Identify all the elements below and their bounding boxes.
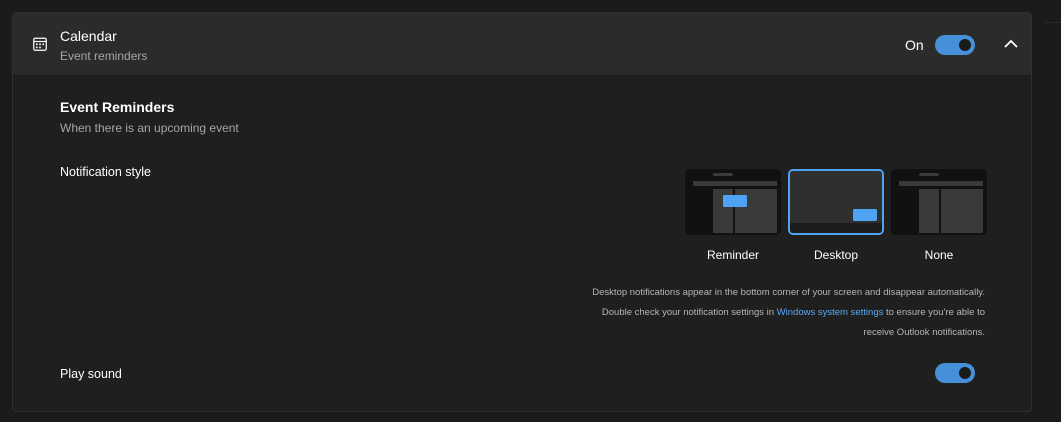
section-subtitle: Event reminders [60,49,148,63]
calendar-settings-panel: Calendar Event reminders On Event Remind… [12,12,1032,412]
info-line-2-suffix: to ensure you're able to [883,307,985,318]
info-line-2-prefix: Double check your notification settings … [601,307,777,318]
notification-option-desktop[interactable]: Desktop [788,169,884,262]
reminder-option-label: Reminder [706,248,760,262]
notification-info-text: Desktop notifications appear in the bott… [555,283,985,343]
toggle-knob [959,367,971,379]
none-preview-art [893,171,985,233]
calendar-section-header[interactable]: Calendar Event reminders On [13,13,1031,76]
reminder-preview-art [687,171,779,233]
desktop-preview [788,169,884,235]
desktop-preview-art [790,171,882,233]
desktop-option-label: Desktop [813,248,859,262]
none-option-label: None [924,248,954,262]
info-line-3: receive Outlook notifications. [863,327,985,338]
info-line-2: Double check your notification settings … [555,303,985,323]
chevron-up-icon[interactable] [1003,38,1019,50]
event-reminders-subtitle: When there is an upcoming event [60,121,239,135]
play-sound-label: Play sound [60,367,122,381]
notification-option-none[interactable]: None [891,169,987,262]
calendar-toggle[interactable] [935,35,975,55]
reminder-preview [685,169,781,235]
none-preview [891,169,987,235]
info-line-1: Desktop notifications appear in the bott… [592,287,985,298]
toggle-knob [959,39,971,51]
calendar-icon [33,37,47,51]
event-reminders-title: Event Reminders [60,99,175,115]
play-sound-toggle[interactable] [935,363,975,383]
notification-style-label: Notification style [60,165,152,179]
section-title: Calendar [60,28,117,44]
notification-option-reminder[interactable]: Reminder [685,169,781,262]
window-edge [1044,22,1061,422]
toggle-state-label: On [905,37,924,53]
windows-settings-link[interactable]: Windows system settings [777,307,884,318]
